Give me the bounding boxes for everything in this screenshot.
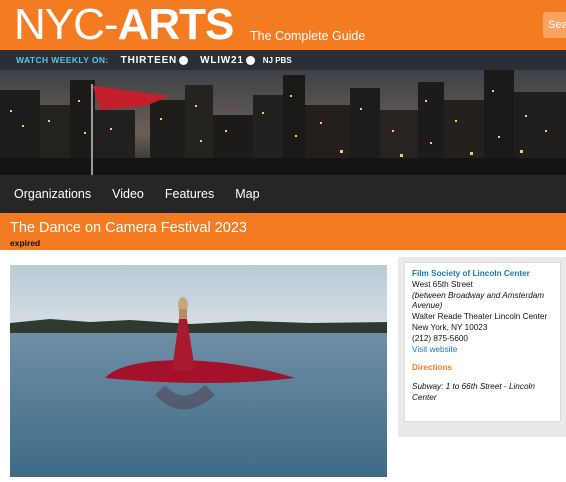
venue-info-card: Film Society of Lincoln Center West 65th… <box>404 262 561 422</box>
hero-banner: WATCH WEEKLY ON: THIRTEEN WLIW21 NJ PBS <box>0 50 566 175</box>
logo-nyc-text: NYC- <box>14 0 119 49</box>
visit-website-link[interactable]: Visit website <box>412 345 553 356</box>
directions-heading: Directions <box>412 363 453 373</box>
station-logo-icon <box>245 55 255 65</box>
site-logo[interactable]: NYC- ARTS <box>14 0 235 49</box>
station-thirteen[interactable]: THIRTEEN <box>121 55 189 66</box>
station-wliw21[interactable]: WLIW21 <box>200 55 255 66</box>
site-header: NYC-ARTS The Complete Guide Search <box>0 0 566 50</box>
directions-text: Subway: 1 to 66th Street - Lincoln Cente… <box>412 382 535 402</box>
event-title: The Dance on Camera Festival 2023 <box>10 220 247 236</box>
watch-bar: WATCH WEEKLY ON: THIRTEEN WLIW21 NJ PBS <box>0 50 566 70</box>
venue-name-link[interactable]: Film Society of Lincoln Center <box>412 269 553 280</box>
event-status-badge: expired <box>10 238 41 248</box>
city-skyline-image <box>0 70 566 175</box>
logo-arts-text: ARTS <box>117 0 235 49</box>
site-tagline: The Complete Guide <box>250 29 366 43</box>
venue-street: West 65th Street <box>412 279 473 289</box>
venue-building: Walter Reade Theater Lincoln Center <box>412 312 548 322</box>
venue-cross-streets: (between Broadway and Amsterdam Avenue) <box>412 290 545 311</box>
main-nav: Organizations Video Features Map <box>0 175 566 213</box>
watch-label: WATCH WEEKLY ON: <box>16 55 109 65</box>
dancer-on-water-image <box>10 265 387 477</box>
venue-city: New York, NY 10023 <box>412 322 488 332</box>
station-njpbs[interactable]: NJ PBS <box>263 56 292 65</box>
search-button[interactable]: Search <box>543 12 566 38</box>
nav-organizations[interactable]: Organizations <box>14 187 91 201</box>
event-photo <box>10 265 387 477</box>
event-title-bar: The Dance on Camera Festival 2023 <box>0 213 566 250</box>
nav-features[interactable]: Features <box>165 187 214 201</box>
venue-phone: (212) 875-5600 <box>412 333 468 343</box>
nav-map[interactable]: Map <box>235 187 259 201</box>
nav-video[interactable]: Video <box>112 187 144 201</box>
station-logo-icon <box>179 55 189 65</box>
